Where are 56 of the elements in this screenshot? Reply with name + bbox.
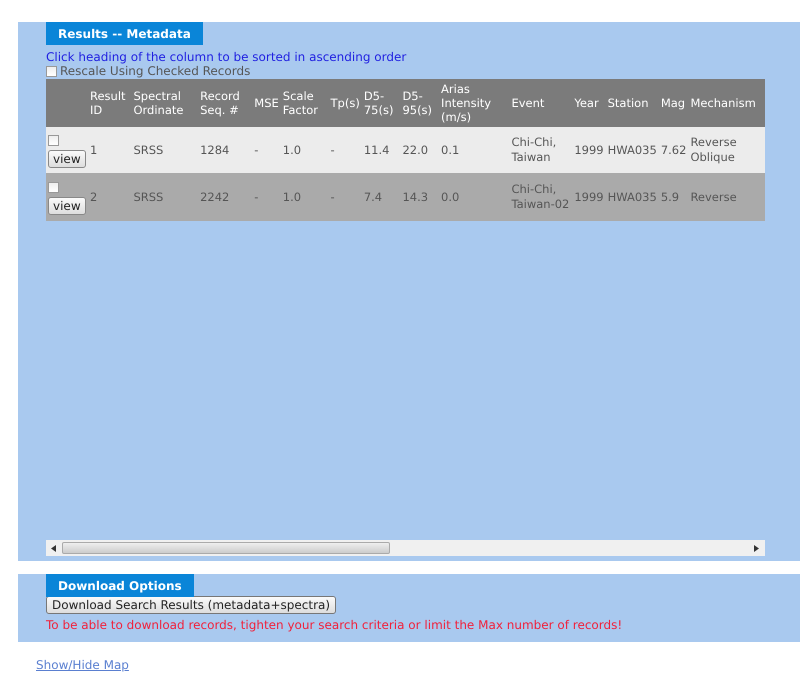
table-cell: - [328,173,362,221]
column-header[interactable]: Record Seq. # [198,79,252,127]
table-cell: HWA035 [606,173,659,221]
map-link[interactable]: Show/Hide Map [36,658,129,672]
table-cell: Reverse Oblique [688,127,765,173]
table-cell: 1999 [572,127,606,173]
table-cell: Reverse [688,173,765,221]
table-cell: HWA035 [606,127,659,173]
scroll-left-icon[interactable] [51,545,57,552]
table-cell: 7.4 [362,173,400,221]
column-header[interactable]: Event [509,79,572,127]
table-cell: 11.4 [362,127,400,173]
view-button[interactable]: view [48,196,86,214]
table-cell: 0.0 [439,173,510,221]
column-header[interactable]: Result ID [88,79,132,127]
horizontal-scrollbar[interactable] [46,540,765,556]
view-button[interactable]: view [48,150,86,168]
column-header[interactable]: Arias Intensity (m/s) [439,79,510,127]
column-header[interactable]: Year [572,79,606,127]
warning-message: To be able to download records, tighten your search criteria or limit the Max number of records! [46,618,624,632]
table-cell: Chi-Chi, Taiwan [509,127,572,173]
sort-hint: Click heading of the column to be sorted in ascending order [46,50,408,64]
scrollbar-thumb[interactable] [62,542,390,554]
column-header[interactable]: D5-95(s) [400,79,440,127]
column-header[interactable]: Tp(s) [328,79,362,127]
column-header[interactable]: D5-75(s) [362,79,400,127]
checkbox[interactable] [48,134,59,146]
table-cell: 1284 [198,127,252,173]
column-header[interactable]: Scale Factor [280,79,329,127]
table-cell: 1999 [572,173,606,221]
table-cell: - [328,127,362,173]
table-cell: 1.0 [280,173,329,221]
checkbox-label: Rescale Using Checked Records [60,64,250,78]
table-cell: 1 [88,127,132,173]
checkbox[interactable] [46,66,57,76]
table-cell: 0.1 [439,127,510,173]
column-header[interactable]: Mag [658,79,688,127]
table-cell: Chi-Chi, Taiwan-02 [509,173,572,221]
table-cell: 5.9 [658,173,688,221]
column-header[interactable]: MSE [252,79,281,127]
table-cell: SRSS [131,127,198,173]
table-cell: SRSS [131,173,198,221]
table-cell: - [252,173,281,221]
table-cell: 2242 [198,173,252,221]
table-cell: 7.62 [658,127,688,173]
column-header[interactable]: Station [606,79,659,127]
table-cell: 2 [88,173,132,221]
download-button[interactable]: Download Search Results (metadata+spectra) [46,596,336,614]
table-cell: - [252,127,281,173]
scroll-right-icon[interactable] [754,545,760,552]
column-header[interactable]: Spectral Ordinate [131,79,198,127]
table-cell: 22.0 [400,127,440,173]
table-cell: 1.0 [280,127,329,173]
table-cell: 14.3 [400,173,440,221]
column-header[interactable]: Mechanism [688,79,765,127]
checkbox[interactable] [48,182,59,193]
